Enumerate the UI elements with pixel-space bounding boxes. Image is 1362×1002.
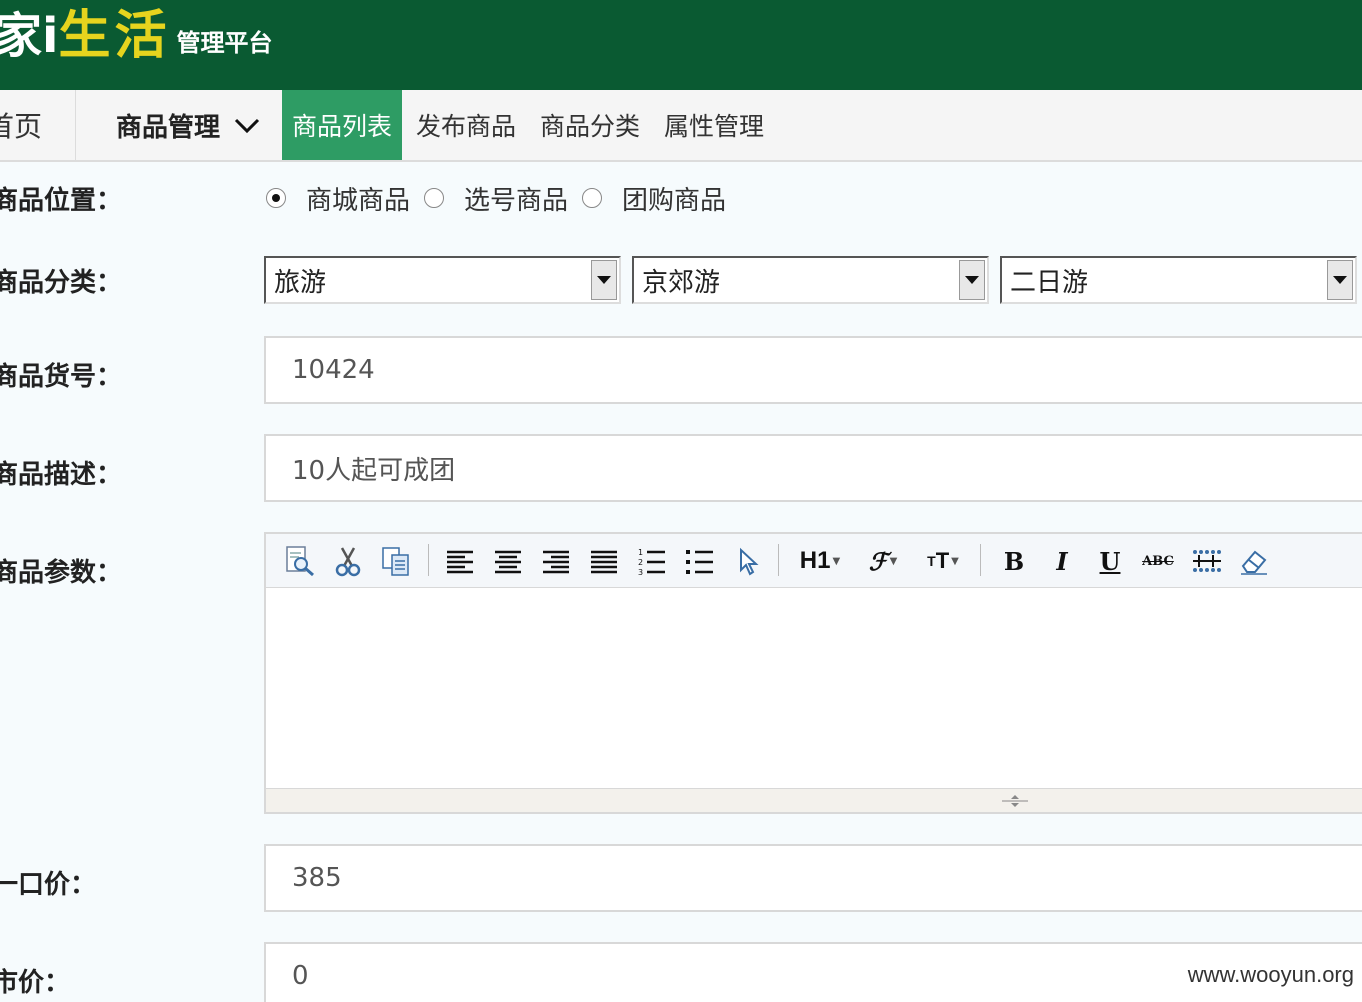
align-right-icon[interactable] (536, 542, 576, 580)
strikethrough-icon[interactable]: ABC (1138, 542, 1178, 580)
strike-text: ABC (1142, 553, 1174, 569)
underline-text: U (1099, 546, 1121, 576)
extra-price-value: 0 (292, 961, 309, 991)
nav-menu-label: 商品管理 (116, 112, 221, 143)
heading-text: H1 (799, 547, 831, 574)
dropdown-arrow-icon[interactable] (1327, 260, 1353, 300)
price-label: 一口价： (0, 870, 97, 900)
category-select-1[interactable]: 旅游 (264, 256, 621, 304)
sku-label: 商品货号： (0, 362, 123, 392)
desc-label: 商品描述： (0, 460, 123, 490)
nav-home-label: 首页 (0, 110, 43, 143)
underline-icon[interactable]: U (1090, 542, 1130, 580)
italic-text: I (1056, 546, 1068, 576)
nav-home-link[interactable]: 首页 (0, 90, 76, 160)
params-label: 商品参数： (0, 558, 123, 588)
tab-label: 发布商品 (416, 112, 517, 141)
radio-label-mall: 商城商品 (306, 185, 411, 216)
logo-text-1: 家 (0, 8, 43, 64)
nav-menu-goods[interactable]: 商品管理 (116, 90, 262, 160)
select-value: 旅游 (274, 267, 327, 298)
logo-text-2: i (42, 8, 59, 64)
align-justify-icon[interactable] (584, 542, 624, 580)
tab-goods-list[interactable]: 商品列表 (282, 90, 403, 160)
position-radio-group: 商城商品 选号商品 团购商品 (266, 178, 740, 218)
goods-form: 商品位置： 商城商品 选号商品 团购商品 商品分类： 旅游 京郊游 二日游 商品… (0, 162, 1362, 1002)
align-left-icon[interactable] (440, 542, 480, 580)
cut-icon[interactable] (328, 542, 368, 580)
watermark: www.wooyun.org (1187, 962, 1354, 987)
tab-label: 属性管理 (664, 112, 765, 141)
price-input[interactable]: 385 (264, 844, 1362, 912)
editor-toolbar: 123 H1 ▼ ℱ ▼ T T ▼ B I U ABC (266, 534, 1362, 588)
chevron-down-icon (234, 118, 260, 134)
font-family-icon[interactable]: ℱ ▼ (860, 542, 906, 580)
logo: 家 i 生活 管理平台 (0, 2, 272, 64)
radio-group-buy-goods[interactable] (582, 188, 603, 208)
logo-subtitle: 管理平台 (176, 29, 273, 57)
app-header: 家 i 生活 管理平台 (0, 0, 1362, 90)
radio-mall-goods[interactable] (266, 188, 286, 208)
bold-text: B (1003, 546, 1025, 576)
ordered-list-icon[interactable]: 123 (632, 542, 672, 580)
radio-label-number: 选号商品 (464, 185, 569, 216)
svg-text:1: 1 (638, 548, 643, 557)
radio-number-goods[interactable] (424, 188, 445, 208)
copy-icon[interactable] (376, 542, 416, 580)
unordered-list-icon[interactable] (680, 542, 720, 580)
editor-resize-bar[interactable] (266, 788, 1362, 812)
position-label: 商品位置： (0, 186, 123, 216)
desc-value: 10人起可成团 (292, 455, 456, 486)
preview-icon[interactable] (280, 542, 320, 580)
line-height-icon[interactable] (1186, 542, 1226, 580)
tab-label: 商品分类 (540, 112, 641, 141)
svg-text:3: 3 (638, 568, 643, 577)
resize-grip-icon[interactable] (1000, 794, 1030, 808)
sku-input[interactable]: 10424 (264, 336, 1362, 404)
sku-value: 10424 (292, 355, 375, 385)
dropdown-arrow-icon[interactable] (959, 260, 985, 300)
tab-label: 商品列表 (292, 112, 393, 141)
top-nav: 首页 商品管理 商品列表 发布商品 商品分类 属性管理 (0, 90, 1362, 162)
select-value: 二日游 (1010, 267, 1089, 298)
align-center-icon[interactable] (488, 542, 528, 580)
select-value: 京郊游 (642, 267, 721, 298)
tab-goods-category[interactable]: 商品分类 (540, 90, 640, 160)
category-label: 商品分类： (0, 268, 123, 298)
dropdown-arrow-icon[interactable] (591, 260, 617, 300)
category-select-3[interactable]: 二日游 (1000, 256, 1357, 304)
rich-text-editor: 123 H1 ▼ ℱ ▼ T T ▼ B I U ABC (264, 532, 1362, 814)
font-size-icon[interactable]: TT ▼ (918, 542, 968, 580)
radio-label-group-buy: 团购商品 (622, 185, 727, 216)
eraser-icon[interactable] (1234, 542, 1274, 580)
desc-input[interactable]: 10人起可成团 (264, 434, 1362, 502)
logo-text-3: 生活 (58, 6, 171, 66)
tab-attribute-manage[interactable]: 属性管理 (664, 90, 764, 160)
extra-price-label: 市价： (0, 968, 71, 998)
select-all-icon[interactable] (728, 542, 768, 580)
heading-icon[interactable]: H1 ▼ (792, 542, 848, 580)
editor-content-area[interactable] (266, 588, 1362, 788)
bold-icon[interactable]: B (994, 542, 1034, 580)
price-value: 385 (292, 863, 342, 893)
svg-text:2: 2 (638, 558, 643, 567)
category-select-2[interactable]: 京郊游 (632, 256, 989, 304)
tab-publish-goods[interactable]: 发布商品 (416, 90, 516, 160)
italic-icon[interactable]: I (1042, 542, 1082, 580)
